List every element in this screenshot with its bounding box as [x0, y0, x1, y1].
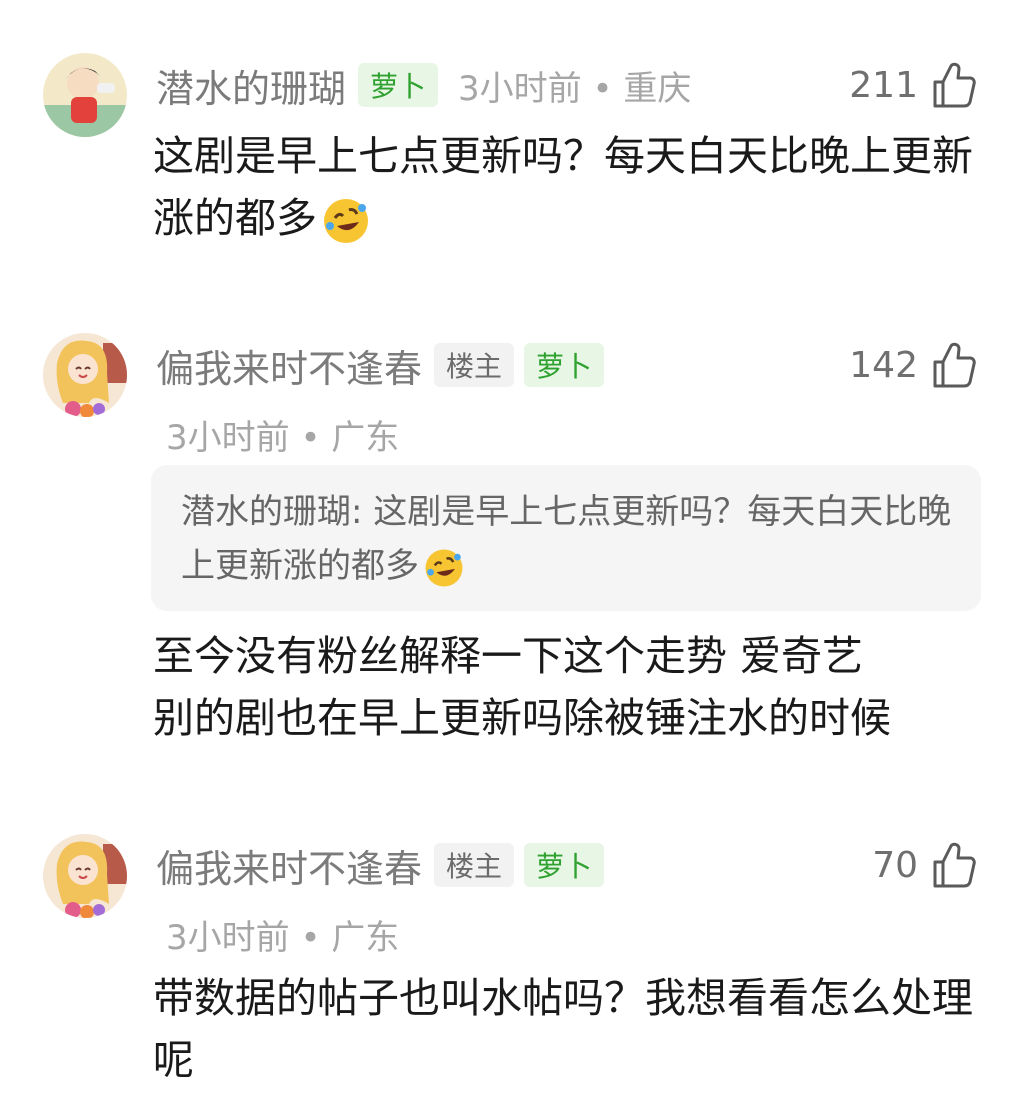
comment-text: 至今没有粉丝解释一下这个走势 爱奇艺 别的剧也在早上更新吗除被锤注水的时候 — [153, 625, 983, 749]
avatar[interactable] — [43, 333, 127, 417]
comment-text-line: 别的剧也在早上更新吗除被锤注水的时候 — [153, 694, 891, 742]
username[interactable]: 偏我来时不逢春 — [156, 338, 422, 393]
op-badge: 楼主 — [434, 343, 515, 387]
thumbs-up-icon — [932, 342, 976, 388]
thumbs-up-icon — [932, 62, 976, 108]
quoted-reply[interactable]: 潜水的珊瑚: 这剧是早上七点更新吗？每天白天比晚上更新涨的都多 — [151, 465, 981, 611]
rolling-on-floor-laughing-icon — [423, 547, 465, 589]
comment-header: 偏我来时不逢春 楼主 萝卜 — [156, 835, 614, 895]
avatar[interactable] — [43, 53, 127, 137]
avatar[interactable] — [43, 834, 127, 918]
level-badge: 萝卜 — [358, 63, 439, 107]
like-count: 211 — [849, 64, 918, 106]
level-badge: 萝卜 — [524, 843, 605, 887]
comment-header: 潜水的珊瑚 萝卜 3小时前 • 重庆 — [156, 55, 691, 115]
time-location: 3小时前 • 广东 — [166, 918, 400, 958]
username[interactable]: 潜水的珊瑚 — [156, 58, 346, 113]
comment-item: 潜水的珊瑚 萝卜 3小时前 • 重庆 211 这剧是早上七点更新吗？每天白天比晚… — [0, 0, 1024, 300]
comment-item: 偏我来时不逢春 楼主 萝卜 142 3小时前 • 广东 潜水的珊瑚: 这剧是早上… — [0, 300, 1024, 780]
like-button[interactable]: 70 — [872, 835, 976, 895]
like-count: 142 — [849, 344, 918, 386]
like-button[interactable]: 211 — [849, 55, 976, 115]
level-badge: 萝卜 — [524, 343, 605, 387]
rolling-on-floor-laughing-icon — [321, 196, 371, 246]
comment-text: 带数据的帖子也叫水帖吗？我想看看怎么处理呢 — [153, 974, 973, 1084]
comment-item: 偏我来时不逢春 楼主 萝卜 70 3小时前 • 广东 带数据的帖子也叫水帖吗？我… — [0, 800, 1024, 1116]
comment-header: 偏我来时不逢春 楼主 萝卜 — [156, 335, 614, 395]
comment-text-line: 至今没有粉丝解释一下这个走势 爱奇艺 — [153, 632, 864, 680]
thumbs-up-icon — [932, 842, 976, 888]
comment-text: 这剧是早上七点更新吗？每天白天比晚上更新涨的都多 — [153, 125, 983, 249]
op-badge: 楼主 — [434, 843, 515, 887]
quote-author: 潜水的珊瑚: — [181, 492, 363, 532]
username[interactable]: 偏我来时不逢春 — [156, 838, 422, 893]
time-location: 3小时前 • 广东 — [166, 418, 400, 458]
time-location: 3小时前 • 重庆 — [458, 68, 692, 109]
like-button[interactable]: 142 — [849, 335, 976, 395]
like-count: 70 — [872, 844, 918, 886]
